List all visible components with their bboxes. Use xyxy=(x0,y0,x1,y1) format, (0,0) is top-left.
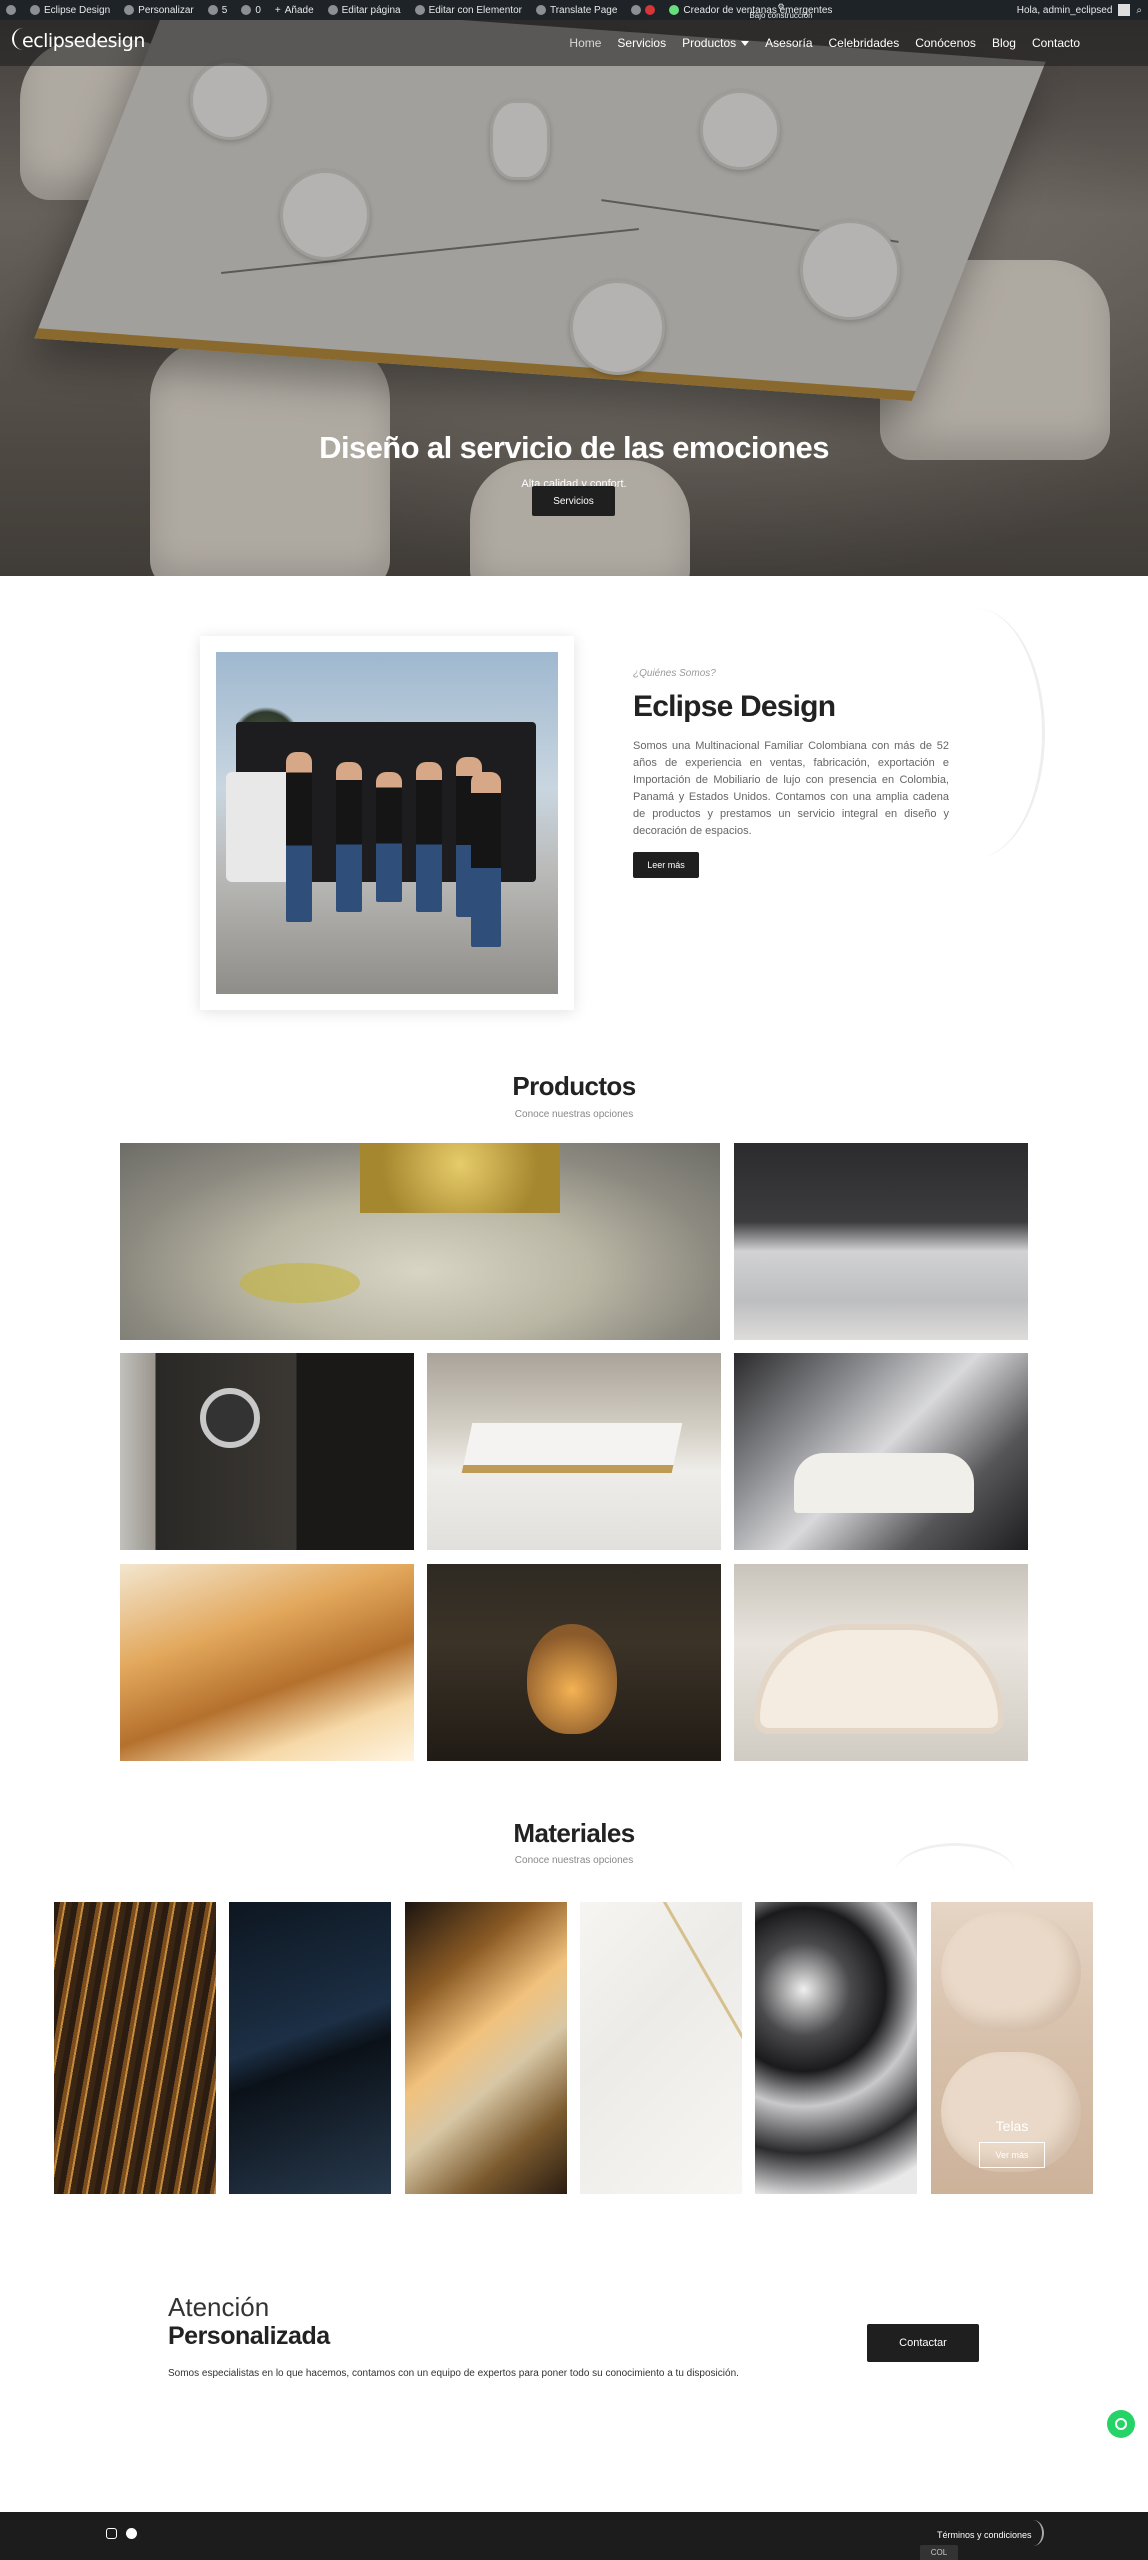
terms-link[interactable]: Términos y condiciones xyxy=(937,2530,1032,2540)
comments-icon xyxy=(241,5,252,15)
hero-title: Diseño al servicio de las emociones xyxy=(319,430,829,465)
translate-icon xyxy=(535,5,546,15)
admin-bar: Eclipse Design Personalizar 5 0 + Añade E… xyxy=(0,0,1148,27)
wordpress-icon xyxy=(6,5,16,15)
admin-edit-page-link[interactable]: Editar página xyxy=(327,5,401,16)
admin-greeting[interactable]: Hola, admin_eclipsed xyxy=(1017,5,1113,16)
about-kicker: ¿Quiénes Somos? xyxy=(633,668,716,679)
material-label: Telas xyxy=(995,2118,1029,2134)
wordpress-menu[interactable] xyxy=(6,5,16,15)
about-description: Somos una Multinacional Familiar Colombi… xyxy=(633,740,949,837)
products-title: Productos xyxy=(512,1071,636,1101)
admin-site-link[interactable]: Eclipse Design xyxy=(30,5,110,16)
updates-icon xyxy=(207,5,218,15)
language-selector[interactable]: COL xyxy=(920,2545,958,2560)
material-tile-metal[interactable] xyxy=(405,1902,567,2194)
products-subtitle: Conoce nuestras opciones xyxy=(514,1109,634,1120)
nav-item-asesoria[interactable]: Asesoría xyxy=(765,36,812,50)
material-tile-fabrics[interactable]: Telas Ver más xyxy=(931,1902,1093,2194)
admin-seo-link[interactable] xyxy=(631,5,656,15)
admin-comments-link[interactable]: 0 xyxy=(241,5,261,16)
admin-updates-link[interactable]: 5 xyxy=(207,5,227,16)
about-title: Eclipse Design xyxy=(633,690,836,723)
product-tile-bedrooms[interactable] xyxy=(734,1353,1028,1550)
materials-title: Materiales xyxy=(513,1818,635,1848)
team-photo xyxy=(216,652,558,994)
material-tile-wood[interactable] xyxy=(54,1902,216,2194)
search-icon[interactable]: ⌕ xyxy=(1136,5,1142,16)
facebook-icon[interactable] xyxy=(126,2528,137,2539)
see-more-button[interactable]: Ver más xyxy=(979,2142,1045,2168)
admin-new-link[interactable]: + Añade xyxy=(275,5,314,16)
about-photo-card xyxy=(200,636,574,1010)
nav-item-productos[interactable]: Productos xyxy=(682,36,750,50)
attention-heading-bold: Personalizada xyxy=(168,2322,330,2350)
eclipse-decoration-icon xyxy=(895,1843,1015,1903)
chevron-down-icon xyxy=(741,41,750,47)
product-tile-rugs[interactable] xyxy=(120,1143,720,1340)
admin-elementor-link[interactable]: Editar con Elementor xyxy=(414,5,522,16)
product-tile-outdoor[interactable] xyxy=(427,1564,721,1761)
contact-button[interactable]: Contactar xyxy=(867,2324,979,2362)
product-tile-sofas[interactable] xyxy=(734,1564,1028,1761)
nav-item-home[interactable]: Home xyxy=(569,36,601,50)
plus-icon: + xyxy=(274,4,281,16)
services-button[interactable]: Servicios xyxy=(532,486,615,516)
nav-item-conocenos[interactable]: Conócenos xyxy=(915,36,976,50)
avatar[interactable] xyxy=(1118,4,1131,16)
admin-customize-link[interactable]: Personalizar xyxy=(124,5,194,16)
construction-icon: ⚙ xyxy=(777,2,785,11)
nav-item-contacto[interactable]: Contacto xyxy=(1032,36,1080,50)
nav-item-servicios[interactable]: Servicios xyxy=(617,36,666,50)
nav-item-blog[interactable]: Blog xyxy=(992,36,1016,50)
attention-description: Somos especialistas en lo que hacemos, c… xyxy=(168,2368,739,2379)
whatsapp-icon[interactable] xyxy=(1107,2410,1135,2438)
material-tile-glass[interactable] xyxy=(229,1902,391,2194)
product-tile-lighting[interactable] xyxy=(120,1564,414,1761)
dashboard-icon xyxy=(30,5,40,15)
seo-icon xyxy=(631,5,642,15)
site-logo[interactable]: eclipsedesign xyxy=(18,30,145,52)
product-tile-beds[interactable] xyxy=(734,1143,1028,1340)
material-tile-steel[interactable] xyxy=(755,1902,917,2194)
eclipse-footer-icon xyxy=(1022,2520,1044,2546)
product-tile-dining[interactable] xyxy=(427,1353,721,1550)
pencil-icon xyxy=(327,5,338,15)
main-navigation: eclipsedesign Home Servicios Productos A… xyxy=(0,20,1148,66)
admin-translate-link[interactable]: Translate Page xyxy=(535,5,617,16)
product-tile-safes[interactable] xyxy=(120,1353,414,1550)
attention-heading-light: Atención xyxy=(168,2292,270,2322)
brush-icon xyxy=(124,5,135,15)
nav-item-celebridades[interactable]: Celebridades xyxy=(829,36,900,50)
material-tile-marble[interactable] xyxy=(580,1902,742,2194)
materials-subtitle: Conoce nuestras opciones xyxy=(514,1855,634,1866)
status-dot-icon xyxy=(645,5,656,15)
elementor-icon xyxy=(414,5,425,15)
read-more-button[interactable]: Leer más xyxy=(633,852,699,878)
footer: Términos y condiciones COL xyxy=(0,2512,1148,2560)
popup-icon xyxy=(669,5,680,15)
instagram-icon[interactable] xyxy=(106,2528,117,2539)
